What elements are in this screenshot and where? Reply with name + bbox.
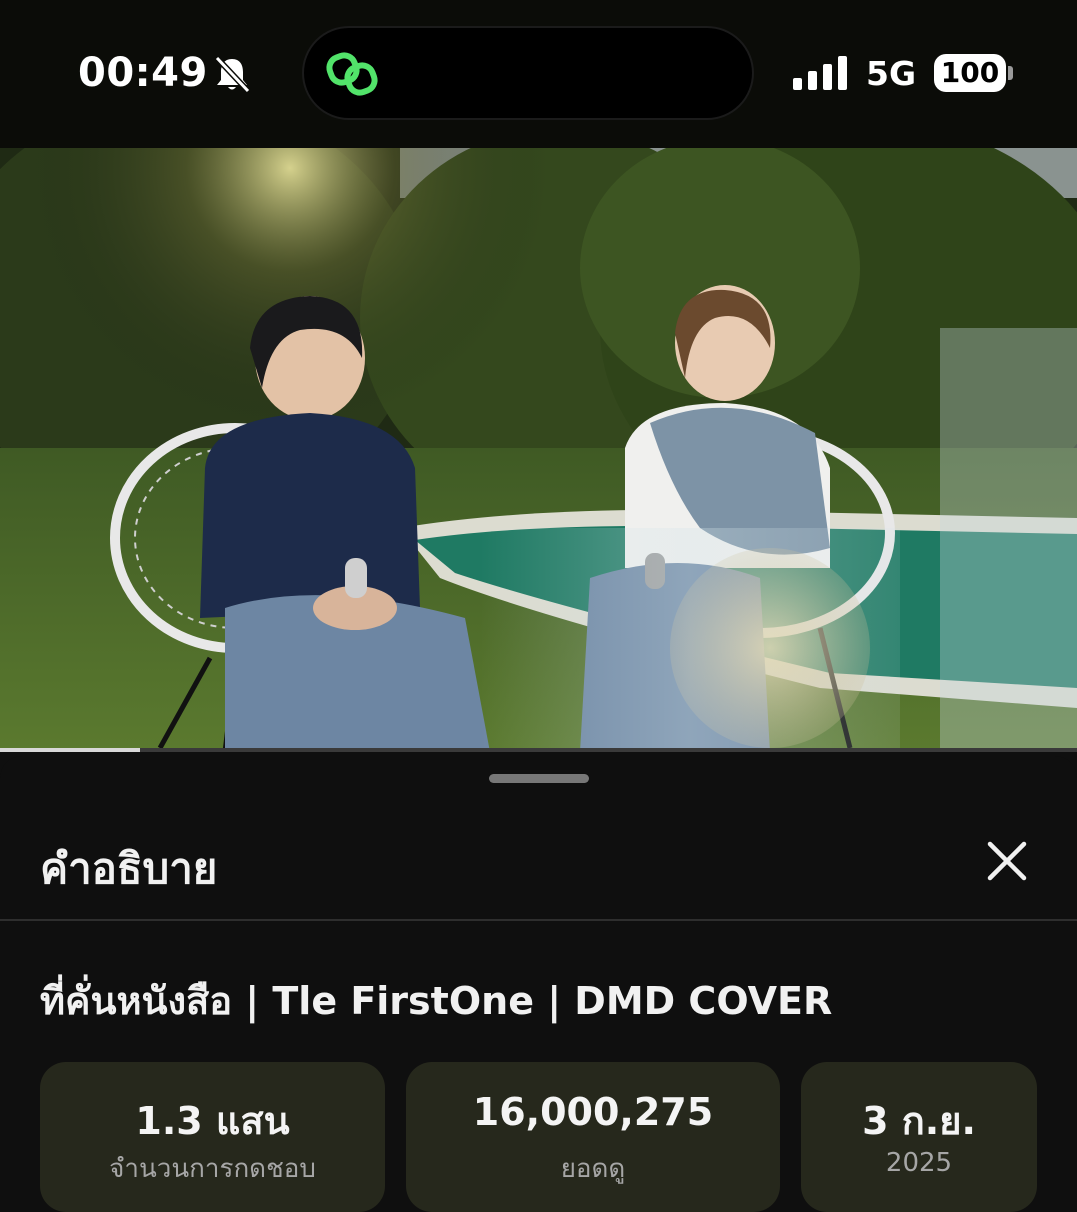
cellular-signal-icon: [793, 56, 847, 90]
upload-year: 2025: [885, 1148, 953, 1178]
link-icon: [326, 52, 378, 96]
dynamic-island[interactable]: [302, 26, 754, 120]
sheet-title: คำอธิบาย: [40, 844, 218, 893]
views-stat-card[interactable]: 16,000,275 ยอดดู: [406, 1062, 780, 1212]
likes-stat-card[interactable]: 1.3 แสน จำนวนการกดชอบ: [40, 1062, 385, 1212]
description-sheet: คำอธิบาย ที่คั่นหนังสือ | Tle FirstOne |…: [0, 756, 1077, 1212]
views-label: ยอดดู: [560, 1154, 626, 1184]
battery-tip: [1008, 66, 1013, 80]
bell-slash-icon: [214, 55, 251, 94]
views-count: 16,000,275: [472, 1090, 714, 1134]
divider: [0, 919, 1077, 921]
battery-indicator: 100: [934, 54, 1006, 92]
drag-handle[interactable]: [489, 774, 589, 783]
date-stat-card[interactable]: 3 ก.ย. 2025: [801, 1062, 1037, 1212]
upload-date: 3 ก.ย.: [862, 1099, 976, 1143]
status-bar: 00:49 5G 100: [0, 0, 1077, 148]
network-type: 5G: [866, 54, 917, 93]
video-progress-fill: [0, 748, 140, 752]
video-player[interactable]: [0, 148, 1077, 752]
close-icon[interactable]: [980, 834, 1034, 888]
likes-count: 1.3 แสน: [135, 1099, 290, 1143]
video-frame: [0, 148, 1077, 752]
video-progress-bar[interactable]: [0, 748, 1077, 752]
likes-label: จำนวนการกดชอบ: [109, 1154, 316, 1184]
video-title: ที่คั่นหนังสือ | Tle FirstOne | DMD COVE…: [40, 979, 833, 1023]
clock-time: 00:49: [78, 50, 208, 96]
